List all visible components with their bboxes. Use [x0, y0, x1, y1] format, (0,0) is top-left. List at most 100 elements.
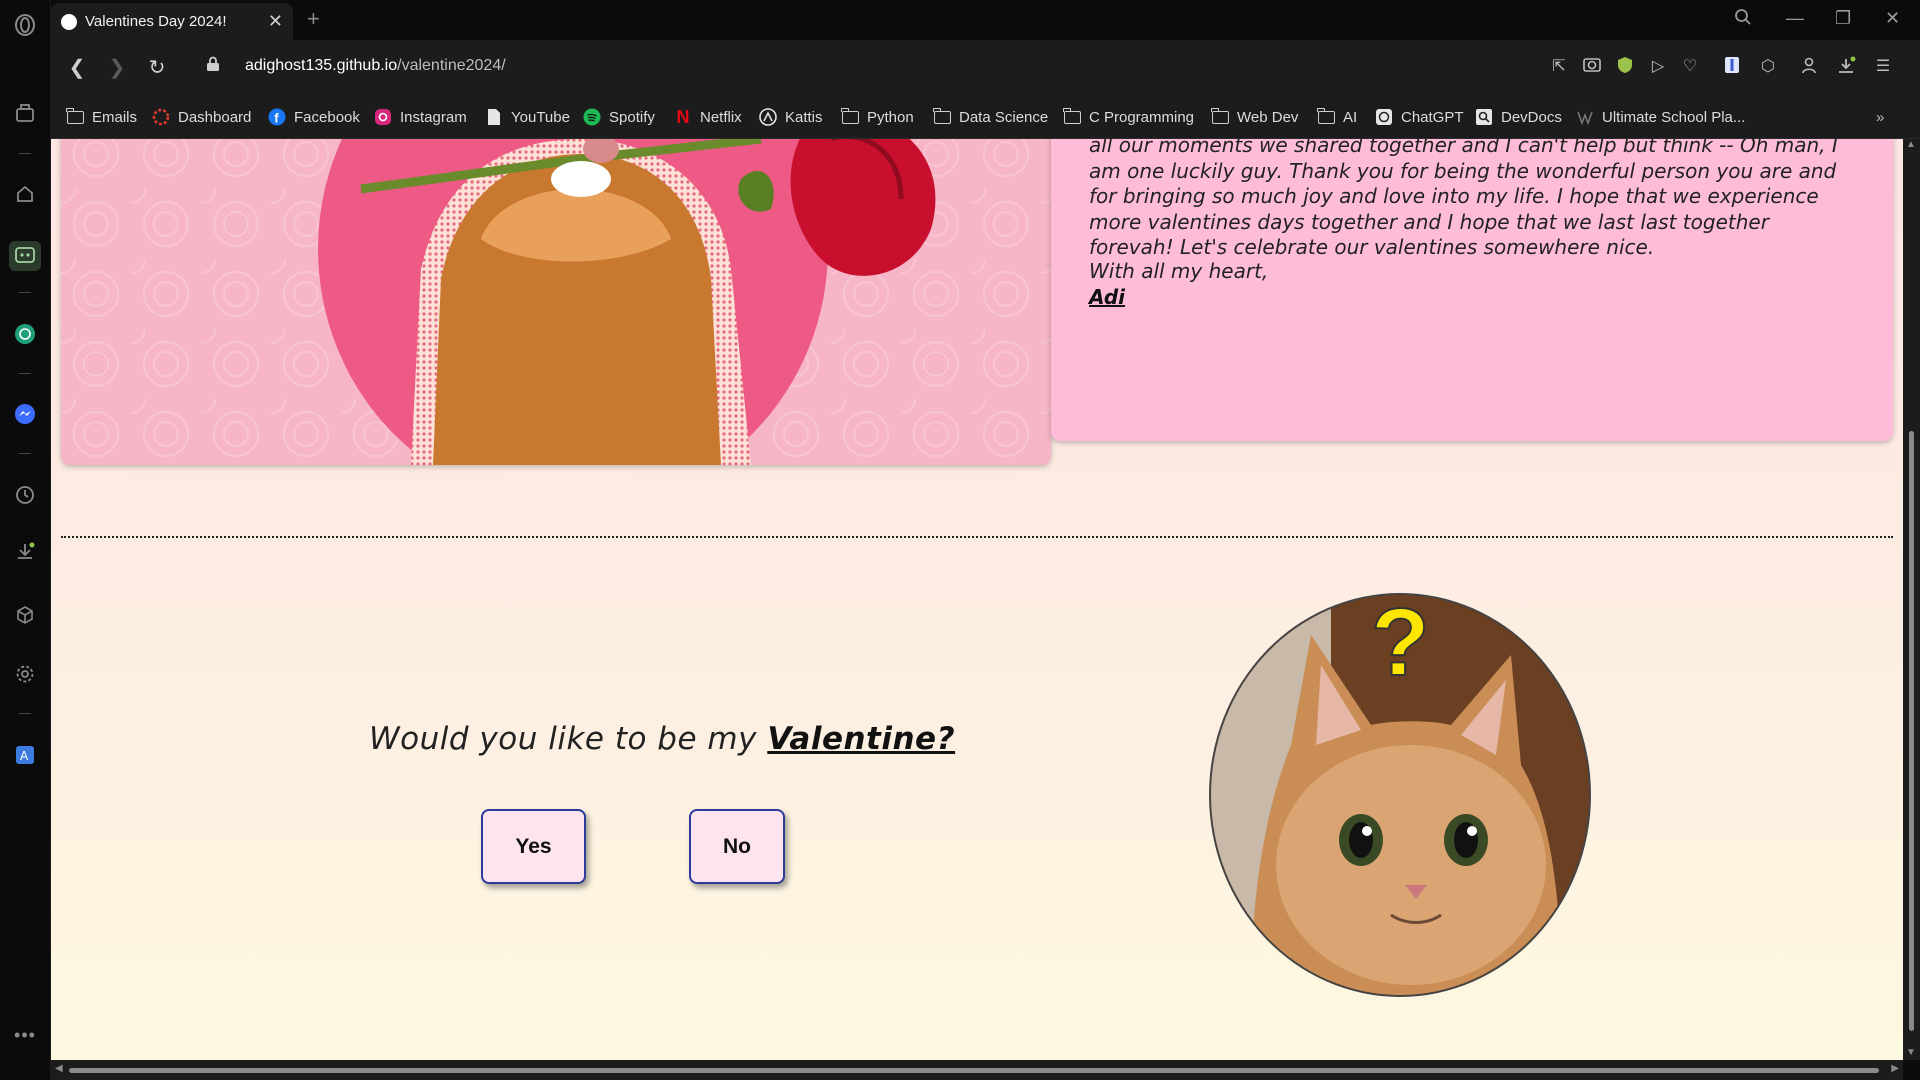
- scroll-down-icon[interactable]: ▼: [1906, 1047, 1916, 1058]
- lock-icon[interactable]: [201, 56, 225, 80]
- bookmark-label: Spotify: [609, 108, 655, 126]
- minimize-icon[interactable]: —: [1786, 8, 1804, 29]
- chatgpt-icon: [1375, 108, 1393, 126]
- scroll-up-icon[interactable]: ▲: [1906, 139, 1916, 150]
- bookmarks-overflow-icon[interactable]: »: [1876, 106, 1884, 128]
- search-tabs-icon[interactable]: [1734, 8, 1752, 31]
- svg-text:?: ?: [1371, 595, 1430, 696]
- bookmark-label: Web Dev: [1237, 108, 1299, 126]
- bookmark-dashboard[interactable]: Dashboard: [152, 106, 251, 128]
- extension-cube-icon[interactable]: ⬡: [1757, 56, 1779, 78]
- bookmark-youtube[interactable]: YouTube: [485, 106, 570, 128]
- back-icon[interactable]: ❮: [65, 56, 89, 80]
- tab-valentines[interactable]: Valentines Day 2024! ✕: [51, 3, 293, 40]
- bookmark-label: Ultimate School Pla...: [1602, 108, 1746, 126]
- page-icon: [485, 108, 503, 126]
- snapshot-icon[interactable]: [1581, 56, 1603, 78]
- bookmark-ai[interactable]: AI: [1317, 106, 1357, 128]
- no-button[interactable]: No: [689, 809, 785, 884]
- new-tab-icon[interactable]: +: [307, 6, 320, 32]
- tab-title: Valentines Day 2024!: [85, 13, 227, 30]
- facebook-icon: f: [268, 108, 286, 126]
- love-letter-card: all our moments we shared together and I…: [1051, 139, 1893, 441]
- translate-icon[interactable]: A: [13, 743, 37, 767]
- svg-text:A: A: [20, 749, 29, 763]
- opera-logo-icon[interactable]: [13, 13, 37, 37]
- easy-setup-icon[interactable]: ☰: [1872, 56, 1894, 78]
- profile-icon[interactable]: [1798, 56, 1820, 78]
- extensions-icon[interactable]: [13, 603, 37, 627]
- bookmark-data-science[interactable]: Data Science: [933, 106, 1048, 128]
- bookmark-facebook[interactable]: f Facebook: [268, 106, 360, 128]
- send-icon[interactable]: ▷: [1647, 56, 1669, 78]
- bookmark-label: Kattis: [785, 108, 823, 126]
- bookmark-chatgpt[interactable]: ChatGPT: [1375, 106, 1464, 128]
- folder-icon: [933, 107, 951, 126]
- bookmark-c-programming[interactable]: C Programming: [1063, 106, 1194, 128]
- letter-signoff: With all my heart,: [1089, 259, 1269, 283]
- share-icon[interactable]: ⇱: [1548, 56, 1570, 78]
- bookmark-devdocs[interactable]: DevDocs: [1475, 106, 1562, 128]
- bookmark-label: C Programming: [1089, 108, 1195, 126]
- messenger-icon[interactable]: [13, 402, 37, 426]
- workspace-icon[interactable]: [13, 101, 37, 125]
- bitwarden-icon[interactable]: [1721, 56, 1743, 78]
- confused-cat-photo: ?: [1209, 593, 1591, 997]
- bookmark-web-dev[interactable]: Web Dev: [1211, 106, 1298, 128]
- folder-icon: [1063, 107, 1081, 126]
- forward-icon[interactable]: ❯: [105, 56, 129, 80]
- bookmark-label: Facebook: [294, 108, 360, 126]
- window-close-icon[interactable]: ✕: [1885, 8, 1900, 29]
- section-divider: [61, 536, 1893, 538]
- scroll-left-icon[interactable]: ◀: [55, 1063, 63, 1074]
- url-host: adighost135.github.io: [245, 57, 398, 74]
- scroll-right-icon[interactable]: ▶: [1891, 1063, 1899, 1074]
- settings-icon[interactable]: [13, 662, 37, 686]
- close-tab-icon[interactable]: ✕: [268, 11, 283, 32]
- bookmark-spotify[interactable]: Spotify: [583, 106, 655, 128]
- horizontal-scrollbar[interactable]: ◀ ▶: [51, 1060, 1903, 1080]
- url-field[interactable]: adighost135.github.io/valentine2024/: [245, 57, 506, 75]
- browser-sidebar: A •••: [0, 0, 51, 1080]
- download-status-icon[interactable]: [1836, 56, 1858, 78]
- bookmarks-bar: Emails Dashboard f Facebook Instagram You…: [51, 96, 1920, 139]
- folder-icon: [66, 107, 84, 126]
- devdocs-icon: [1475, 108, 1493, 126]
- bookmark-ultimate-school-planner[interactable]: Ultimate School Pla...: [1576, 106, 1745, 128]
- bookmark-kattis[interactable]: Kattis: [759, 106, 823, 128]
- history-icon[interactable]: [13, 483, 37, 507]
- tab-strip: Valentines Day 2024! ✕ + — ❐ ✕: [51, 0, 1920, 40]
- chatgpt-sidebar-icon[interactable]: [13, 322, 37, 346]
- folder-icon: [1211, 107, 1229, 126]
- vpn-shield-icon[interactable]: [1614, 56, 1636, 78]
- yes-button[interactable]: Yes: [481, 809, 586, 884]
- bookmark-netflix[interactable]: N Netflix: [674, 106, 742, 128]
- vertical-scrollbar[interactable]: ▲ ▼: [1903, 139, 1920, 1060]
- dashboard-icon: [152, 108, 170, 126]
- horizontal-scroll-thumb[interactable]: [69, 1068, 1879, 1073]
- bookmark-label: Emails: [92, 108, 138, 126]
- bookmark-label: Dashboard: [178, 108, 252, 126]
- valentine-question: Would you like to be my Valentine?: [369, 721, 955, 757]
- bookmark-python[interactable]: Python: [841, 106, 914, 128]
- bookmark-label: ChatGPT: [1401, 108, 1464, 126]
- restore-icon[interactable]: ❐: [1835, 8, 1851, 29]
- letter-body: all our moments we shared together and I…: [1089, 139, 1838, 259]
- aria-icon[interactable]: [9, 241, 41, 271]
- bookmark-label: DevDocs: [1501, 108, 1562, 126]
- downloads-icon[interactable]: [13, 539, 37, 563]
- vertical-scroll-thumb[interactable]: [1909, 431, 1914, 1031]
- bookmark-label: Netflix: [700, 108, 742, 126]
- netflix-icon: N: [676, 106, 690, 127]
- folder-icon: [1317, 107, 1335, 126]
- heart-icon[interactable]: ♡: [1679, 56, 1701, 78]
- bookmark-instagram[interactable]: Instagram: [374, 106, 467, 128]
- github-favicon-icon: [61, 13, 77, 30]
- more-options-icon[interactable]: •••: [13, 1023, 37, 1047]
- question-emphasis: Valentine?: [767, 721, 956, 757]
- reload-icon[interactable]: ↻: [145, 56, 169, 80]
- home-icon[interactable]: [13, 182, 37, 206]
- bookmark-emails[interactable]: Emails: [66, 106, 137, 128]
- address-bar: ❮ ❯ ↻ adighost135.github.io/valentine202…: [51, 40, 1920, 96]
- bookmark-label: AI: [1343, 108, 1358, 126]
